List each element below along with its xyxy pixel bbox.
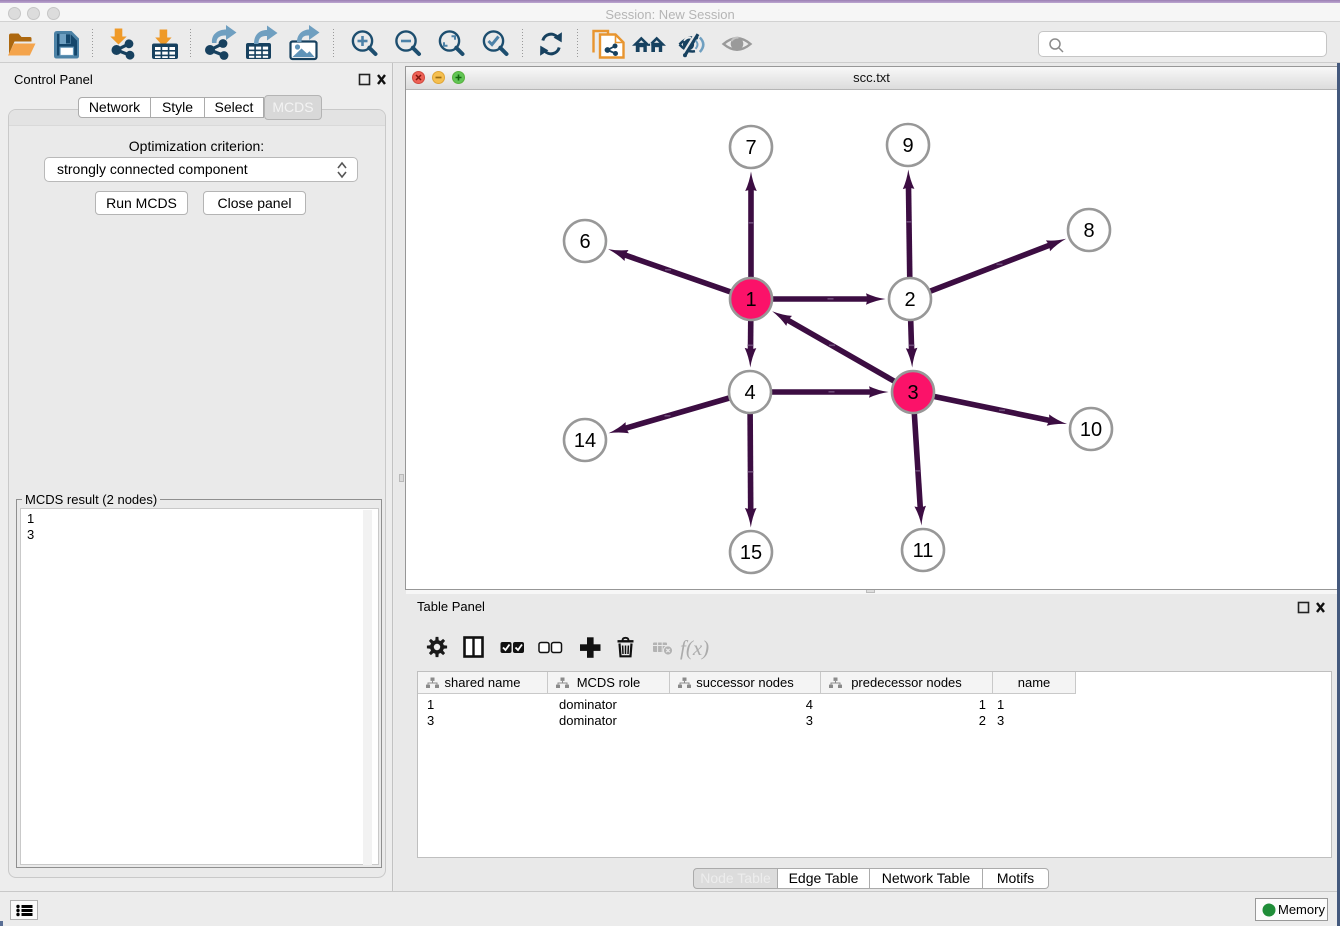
svg-text:7: 7 (745, 137, 756, 159)
svg-text:8: 8 (1083, 220, 1094, 242)
svg-text:1: 1 (745, 289, 756, 311)
svg-text:14: 14 (574, 430, 596, 452)
svg-text:9: 9 (902, 135, 913, 157)
svg-text:2: 2 (904, 289, 915, 311)
svg-text:6: 6 (579, 231, 590, 253)
svg-text:15: 15 (740, 542, 762, 564)
svg-text:4: 4 (744, 382, 755, 404)
svg-text:3: 3 (907, 382, 918, 404)
svg-text:f(x): f(x) (680, 636, 709, 660)
svg-text:11: 11 (913, 540, 934, 562)
svg-text:10: 10 (1080, 419, 1102, 441)
